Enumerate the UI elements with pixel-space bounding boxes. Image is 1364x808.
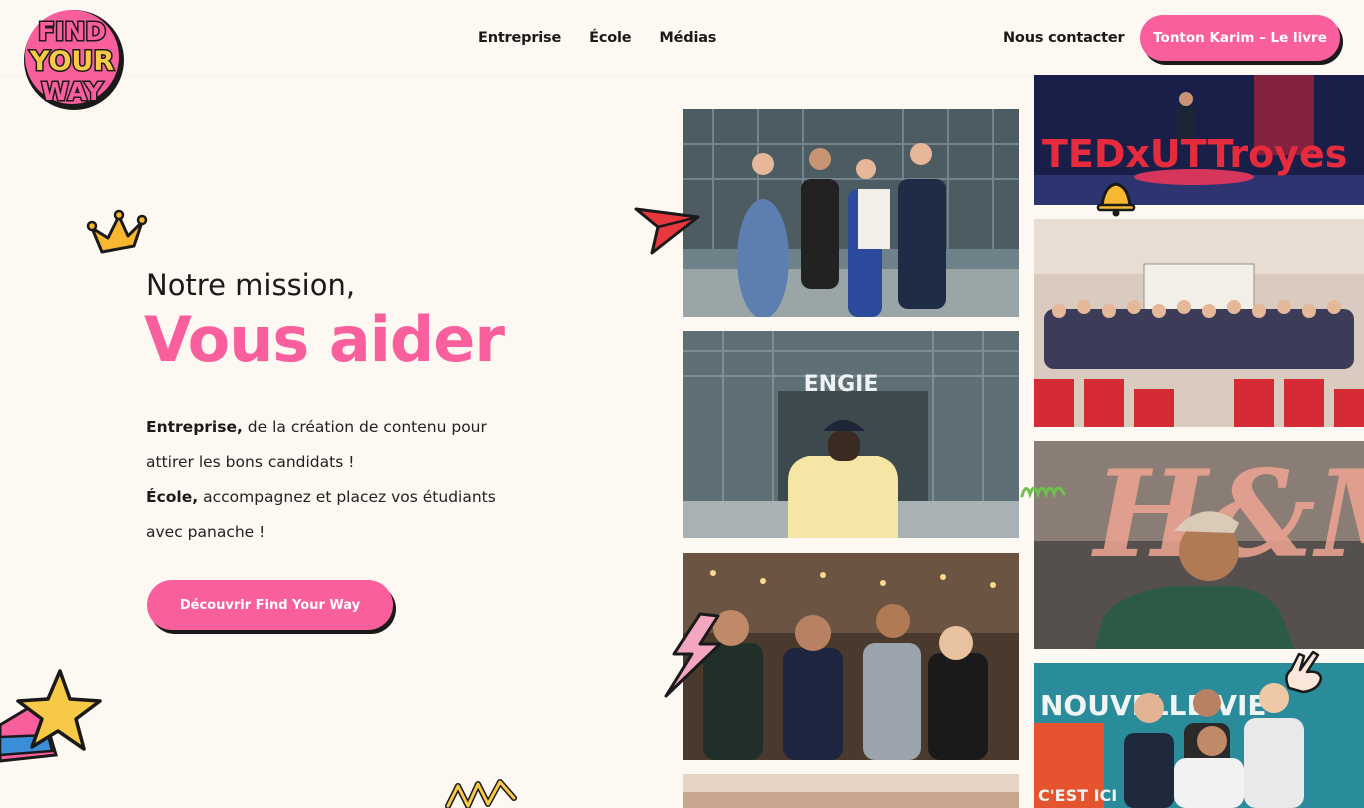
paper-plane-icon [632,203,702,259]
logo-graphic: FIND YOUR WAY [24,10,124,110]
nav-link-contact[interactable]: Nous contacter [1003,30,1125,46]
engie-sign: ENGIE [804,372,879,397]
logo-word-your: YOUR [29,46,114,77]
zigzag-yellow-icon [444,778,520,808]
nav-link-ecole[interactable]: École [589,30,631,46]
main-nav: Entreprise École Médias [478,0,716,75]
find-your-way-logo[interactable]: FIND YOUR WAY [22,6,130,114]
hero-description: Entreprise, de la création de contenu po… [146,410,536,550]
star-icon [0,665,104,765]
book-cta-button[interactable]: Tonton Karim – Le livre [1140,15,1340,61]
bell-icon [1094,176,1138,218]
hero-ecole-text: accompagnez et placez vos étudiants avec… [146,488,496,541]
hero-intro: Notre mission, [146,268,356,302]
discover-button[interactable]: Découvrir Find Your Way [147,580,393,630]
logo-word-find: FIND [38,17,106,46]
photo-group-bar [683,553,1019,760]
site-header: Entreprise École Médias Nous contacter T… [0,0,1364,75]
hero-entreprise-bold: Entreprise, [146,418,243,436]
peace-hand-icon [1279,648,1329,694]
photo-tedx: TEDxUTTroyes [1034,75,1364,205]
cest-ici-sign: C'EST ICI [1038,786,1117,805]
zigzag-icon [1020,478,1068,500]
crown-icon [86,208,148,266]
photo-conference-room [1034,219,1364,427]
hero-title: Vous aider [144,303,505,376]
tedx-sign: TEDxUTTroyes [1042,132,1347,176]
nav-link-medias[interactable]: Médias [659,30,716,46]
lightning-icon [660,610,726,698]
hero-ecole-bold: École, [146,488,199,506]
nav-link-entreprise[interactable]: Entreprise [478,30,561,46]
photo-engie-building: ENGIE [683,331,1019,538]
photo-hm-portrait: H&M [1034,441,1364,649]
photo-partial-bottom [683,774,1019,808]
photo-team-office [683,109,1019,317]
logo-word-way: WAY [41,77,103,106]
contact-nav: Nous contacter [1003,0,1125,75]
